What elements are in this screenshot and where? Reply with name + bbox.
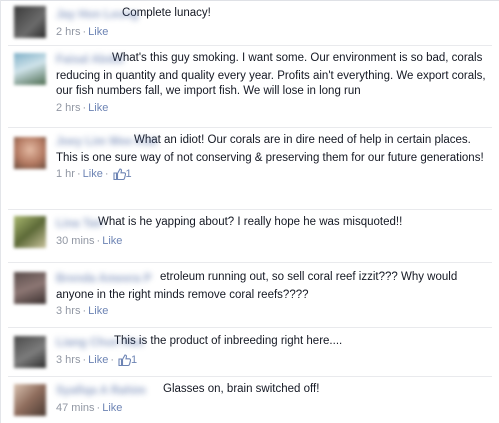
avatar[interactable] <box>14 137 46 169</box>
comment-text: Glasses on, brain switched off! <box>163 383 320 395</box>
like-count[interactable]: 1 <box>131 354 137 366</box>
comment-divider <box>8 327 492 328</box>
comment-meta: 30 mins · Like <box>56 234 123 247</box>
like-count[interactable]: 1 <box>126 168 132 180</box>
comment-body: Syafiqa A Rahim Glasses on, brain switche… <box>56 382 489 416</box>
comment-meta: 47 mins · Like <box>56 401 123 414</box>
comment-timestamp[interactable]: 2 hrs <box>56 102 80 114</box>
comment-text: This is the product of inbreeding right … <box>114 335 343 347</box>
avatar[interactable] <box>14 53 46 85</box>
comment-body: Liang Chun HaoThis is the product of inb… <box>56 334 489 371</box>
comment-divider <box>8 127 492 128</box>
comment-meta: 3 hrs · Like <box>56 305 109 317</box>
comment-body: Lina TanWhat is he yapping about? I real… <box>56 215 489 249</box>
comment-item: Faisal AbdulWhat's this guy smoking. I w… <box>0 50 499 125</box>
comment-meta: 1 hr · Like · 1 <box>56 167 489 185</box>
commenter-name[interactable]: Jay Hon Leong <box>56 8 138 24</box>
comment-timestamp[interactable]: 47 mins <box>56 402 95 414</box>
avatar[interactable] <box>14 384 46 416</box>
comment-item: Jay Hon LeongComplete lunacy! 2 hrs · Like <box>0 5 499 45</box>
like-button[interactable]: Like <box>83 168 103 180</box>
comment-body: Brenda Ameera Petroleum running out, so … <box>56 270 489 319</box>
comment-divider <box>8 262 492 263</box>
like-button[interactable]: Like <box>102 235 122 247</box>
comment-timestamp[interactable]: 30 mins <box>56 235 95 247</box>
comment-meta: 2 hrs · Like <box>56 25 109 38</box>
comment-item: Liang Chun HaoThis is the product of inb… <box>0 333 499 373</box>
like-button[interactable]: Like <box>88 26 108 38</box>
comment-item: Brenda Ameera Petroleum running out, so … <box>0 269 499 325</box>
avatar[interactable] <box>14 6 46 38</box>
avatar[interactable] <box>14 336 46 368</box>
comment-timestamp[interactable]: 2 hrs <box>56 26 80 38</box>
comment-divider <box>8 376 492 377</box>
thumbs-up-icon[interactable] <box>112 168 126 185</box>
comment-divider <box>8 45 492 46</box>
comment-timestamp[interactable]: 3 hrs <box>56 354 80 366</box>
like-button[interactable]: Like <box>88 102 108 114</box>
comment-text: What is he yapping about? I really hope … <box>98 216 403 228</box>
comment-body: Joey Lim Wee KiatWhat an idiot! Our cora… <box>56 133 489 185</box>
comment-timestamp[interactable]: 3 hrs <box>56 305 80 317</box>
commenter-name[interactable]: Joey Lim Wee Kiat <box>56 135 157 151</box>
comment-item: Joey Lim Wee KiatWhat an idiot! Our cora… <box>0 132 499 208</box>
avatar[interactable] <box>14 216 46 248</box>
commenter-name[interactable]: Faisal Abdul <box>56 53 124 69</box>
like-button[interactable]: Like <box>88 354 108 366</box>
comment-meta: 3 hrs · Like · 1 <box>56 353 489 371</box>
comment-divider <box>8 209 492 210</box>
frame-top-border <box>0 0 499 1</box>
like-button[interactable]: Like <box>102 402 122 414</box>
comment-item: Lina TanWhat is he yapping about? I real… <box>0 214 499 257</box>
comment-body: Jay Hon LeongComplete lunacy! 2 hrs · Like <box>56 6 489 40</box>
commenter-name[interactable]: Lina Tan <box>56 217 102 233</box>
thumbs-up-icon[interactable] <box>118 353 132 371</box>
avatar[interactable] <box>14 272 46 304</box>
comment-timestamp[interactable]: 1 hr <box>56 168 75 180</box>
commenter-name[interactable]: Liang Chun Hao <box>56 336 144 352</box>
comment-item: Syafiqa A Rahim Glasses on, brain switche… <box>0 381 499 423</box>
comment-body: Faisal AbdulWhat's this guy smoking. I w… <box>56 51 489 116</box>
like-button[interactable]: Like <box>88 305 108 317</box>
commenter-name[interactable]: Syafiqa A Rahim <box>56 384 163 400</box>
commenter-name[interactable]: Brenda Ameera P <box>56 272 160 288</box>
comment-meta: 2 hrs · Like <box>56 101 109 114</box>
